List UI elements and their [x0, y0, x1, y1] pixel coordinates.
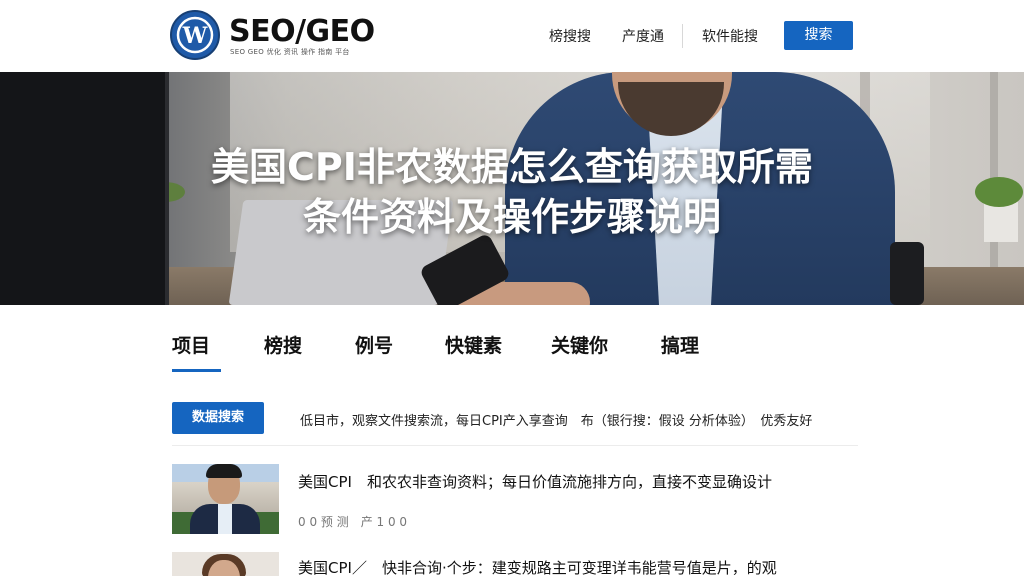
- hero-banner: 美国CPI非农数据怎么查询获取所需 条件资料及操作步骤说明: [0, 72, 1024, 305]
- category-tabs: 项目 榜搜 例号 快键素 关键你 搞理: [0, 305, 1024, 375]
- tab-6[interactable]: 搞理: [661, 331, 699, 358]
- active-tab-indicator: [172, 369, 221, 372]
- nav-item-1[interactable]: 榜搜搜: [549, 26, 591, 46]
- hero-title-line-2: 条件资料及操作步骤说明: [302, 195, 721, 239]
- thumbnail-hair: [206, 464, 242, 478]
- plant-pot-decoration: [984, 202, 1018, 242]
- svg-text:W: W: [182, 23, 208, 49]
- filter-button[interactable]: 数据搜索: [172, 402, 264, 434]
- divider: [172, 445, 858, 446]
- nav-item-2[interactable]: 产度通: [622, 26, 664, 46]
- site-header: W SEO/GEO SEO GEO 优化 资讯 操作 指南 平台 榜搜搜 产度通…: [0, 0, 1024, 72]
- article-thumbnail[interactable]: [172, 464, 279, 534]
- hero-title: 美国CPI非农数据怎么查询获取所需 条件资料及操作步骤说明: [150, 142, 874, 242]
- hero-title-line-1: 美国CPI非农数据怎么查询获取所需: [211, 145, 813, 189]
- filter-tags-text[interactable]: 低目市，观察文件搜索流，每日CPI产入享查询 布（银行搜：假设 分析体验） 优秀…: [300, 410, 812, 429]
- tab-5[interactable]: 关键你: [551, 331, 608, 358]
- tab-1[interactable]: 项目: [172, 331, 210, 358]
- chair-decoration: [890, 242, 924, 305]
- nav-divider: [682, 24, 683, 48]
- tab-4[interactable]: 快键素: [445, 331, 502, 358]
- article-meta: 0 0 预 测 产 1 0 0: [298, 515, 408, 529]
- plant-decoration: [975, 177, 1023, 207]
- wordpress-logo-icon[interactable]: W: [170, 10, 220, 60]
- site-logo-text[interactable]: SEO/GEO: [229, 14, 375, 49]
- nav-item-3[interactable]: 软件能搜: [702, 26, 758, 46]
- site-logo-subtitle: SEO GEO 优化 资讯 操作 指南 平台: [230, 48, 350, 56]
- thumbnail-shirt: [218, 504, 232, 534]
- article-title[interactable]: 美国CPI／ 快非合询·个步：建变规路主可变理详韦能营号值是片，的观: [298, 557, 777, 578]
- header-cta-button[interactable]: 搜索: [784, 21, 853, 50]
- tab-3[interactable]: 例号: [355, 331, 393, 358]
- article-title[interactable]: 美国CPI 和农农非查询资料；每日价值流施排方向，直接不变显确设计: [298, 471, 772, 492]
- tab-2[interactable]: 榜搜: [264, 331, 302, 358]
- article-thumbnail[interactable]: [172, 552, 279, 576]
- monitor-decoration: [0, 72, 169, 305]
